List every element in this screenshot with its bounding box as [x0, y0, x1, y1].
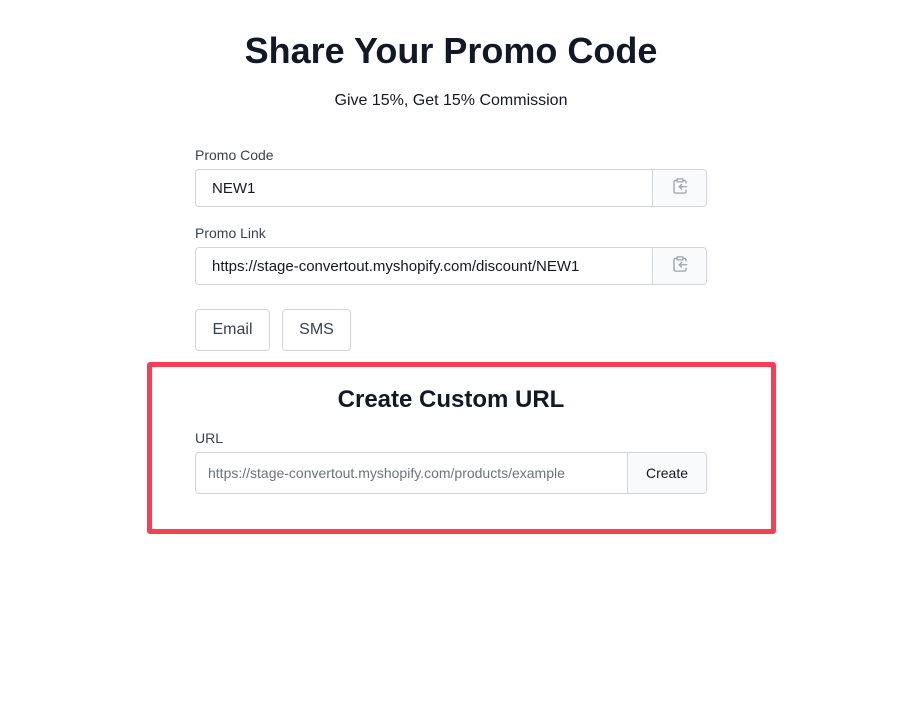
copy-promo-link-button[interactable]	[652, 248, 706, 284]
page-subtitle: Give 15%, Get 15% Commission	[334, 92, 568, 109]
sms-button[interactable]: SMS	[282, 309, 351, 351]
custom-url-group: Create	[195, 452, 707, 494]
email-button[interactable]: Email	[195, 309, 270, 351]
promo-code-label: Promo Code	[195, 147, 274, 163]
copy-promo-code-button[interactable]	[652, 170, 706, 206]
page-title: Share Your Promo Code	[244, 30, 658, 71]
clipboard-copy-icon	[671, 177, 689, 200]
promo-link-field[interactable]: https://stage-convertout.myshopify.com/d…	[196, 248, 652, 284]
custom-url-title: Create Custom URL	[337, 386, 565, 413]
custom-url-input[interactable]	[196, 453, 627, 493]
create-button[interactable]: Create	[627, 453, 706, 493]
promo-code-group: NEW1	[195, 169, 707, 207]
promo-link-group: https://stage-convertout.myshopify.com/d…	[195, 247, 707, 285]
clipboard-copy-icon	[671, 255, 689, 278]
promo-code-field[interactable]: NEW1	[196, 170, 652, 206]
promo-link-label: Promo Link	[195, 225, 266, 241]
url-label: URL	[195, 430, 224, 446]
